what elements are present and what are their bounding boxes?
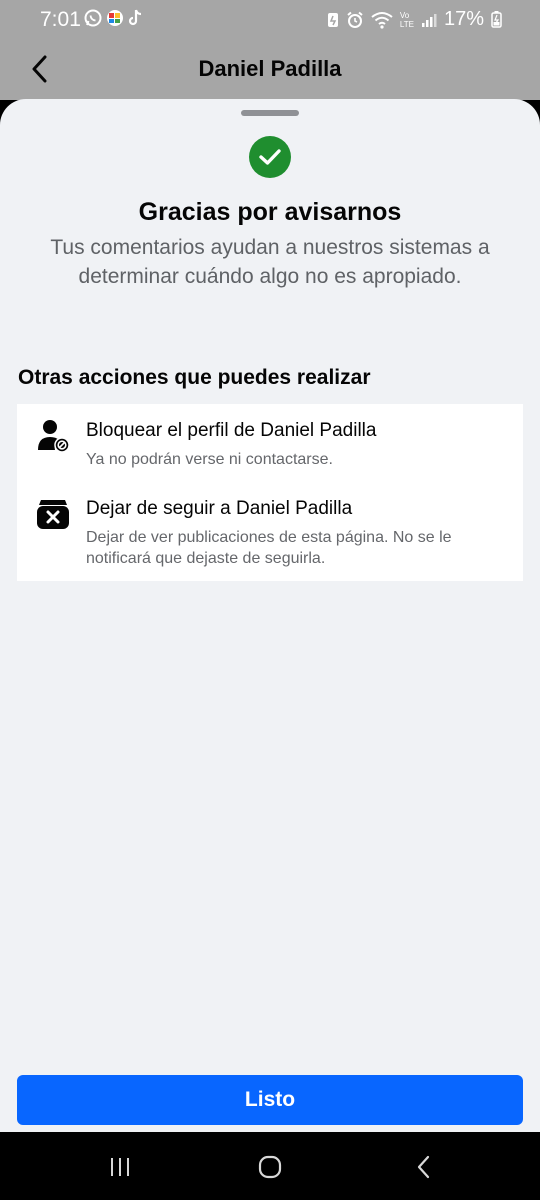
data-saver-icon: [327, 12, 338, 27]
home-icon: [258, 1155, 282, 1179]
checkmark-icon: [259, 149, 281, 165]
app-notification-icon: [107, 10, 123, 26]
header-title: Daniel Padilla: [198, 56, 342, 81]
status-indicators: Vo LTE 17%: [327, 8, 502, 31]
success-badge: [249, 136, 291, 178]
done-button[interactable]: Listo: [17, 1075, 523, 1125]
block-profile-subtitle: Ya no podrán verse ni contactarse.: [86, 451, 333, 468]
battery-charging-icon: [491, 11, 502, 28]
drag-handle[interactable]: [241, 110, 299, 116]
alarm-icon: [347, 11, 363, 28]
system-nav-bar: [0, 1132, 540, 1200]
recent-apps-button[interactable]: [100, 1152, 140, 1182]
block-user-icon: [38, 420, 70, 453]
sheet-title: Gracias por avisarnos: [138, 198, 402, 226]
unfollow-action[interactable]: Dejar de seguir a Daniel Padilla Dejar d…: [17, 482, 523, 581]
back-arrow-icon: [417, 1155, 430, 1179]
signal-icon: [421, 13, 437, 27]
whatsapp-icon: [84, 9, 102, 27]
block-profile-title: Bloquear el perfil de Daniel Padilla: [86, 420, 377, 441]
home-button[interactable]: [250, 1152, 290, 1182]
unfollow-title: Dejar de seguir a Daniel Padilla: [86, 498, 353, 519]
system-back-button[interactable]: [403, 1152, 443, 1182]
status-time: 7:01: [40, 8, 81, 31]
actions-list: Bloquear el perfil de Daniel Padilla Ya …: [17, 404, 523, 581]
unfollow-subtitle: Dejar de ver publicaciones de esta págin…: [86, 529, 452, 567]
recent-apps-icon: [111, 1158, 129, 1176]
status-bar: 7:01 Vo LTE 17%: [0, 0, 540, 40]
block-profile-action[interactable]: Bloquear el perfil de Daniel Padilla Ya …: [17, 404, 523, 482]
header-bar: Daniel Padilla: [0, 40, 540, 100]
unfollow-icon: [37, 500, 69, 529]
bottom-sheet: Gracias por avisarnos Tus comentarios ay…: [0, 99, 540, 1132]
section-title: Otras acciones que puedes realizar: [18, 366, 371, 389]
sheet-description: Tus comentarios ayudan a nuestros sistem…: [50, 236, 490, 288]
wifi-icon: [371, 11, 393, 29]
volte-indicator: Vo LTE: [399, 10, 414, 29]
tiktok-icon: [128, 9, 142, 26]
notification-icons: [84, 9, 144, 27]
battery-percent: 17%: [443, 8, 484, 30]
